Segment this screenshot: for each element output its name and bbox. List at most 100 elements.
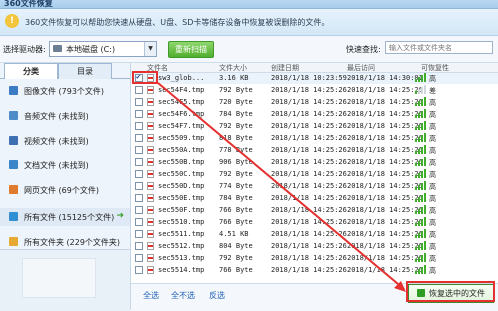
sidebar-item[interactable]: 网页文件 (69个文件) [0, 181, 130, 199]
file-name: sec54F5.tmp [158, 98, 205, 106]
accessed-date: 2018/1/18 14:25:26 [347, 266, 423, 274]
signal-bars-icon [415, 85, 427, 94]
preview-thumbnail [22, 258, 96, 298]
sidebar-item-label: 所有文件夹 (229个文件夹) [24, 238, 121, 247]
file-name: sec5511.tmp [158, 230, 205, 238]
row-checkbox[interactable] [135, 254, 143, 262]
accessed-date: 2018/1/18 14:25:26 [347, 206, 423, 214]
sidebar-item-label: 所有文件 (15125个文件) [24, 213, 115, 222]
sidebar-item[interactable]: 图像文件 (793个文件) [0, 82, 130, 100]
file-icon [147, 182, 154, 190]
signal-bars-icon [415, 205, 427, 214]
file-size: 4.51 KB [219, 230, 249, 238]
sidebar-item-label: 视频文件 (未找到) [24, 137, 89, 146]
col-header-created[interactable]: 创建日期 [271, 63, 299, 73]
chevron-down-icon[interactable]: ▼ [144, 42, 156, 56]
row-checkbox[interactable] [135, 230, 143, 238]
file-icon [147, 158, 154, 166]
created-date: 2018/1/18 14:25:26 [271, 194, 347, 202]
table-row[interactable]: sec5512.tmp 804 Byte 2018/1/18 14:25:26 201… [131, 241, 498, 252]
table-row[interactable]: sec5510.tmp 766 Byte 2018/1/18 14:25:26 201… [131, 217, 498, 228]
file-icon [147, 254, 154, 262]
image-icon [9, 86, 18, 95]
accessed-date: 2018/1/18 14:25:26 [347, 230, 423, 238]
annotation-box-checkbox [132, 71, 158, 84]
file-icon [147, 230, 154, 238]
row-checkbox[interactable] [135, 182, 143, 190]
file-size: 766 Byte [219, 218, 253, 226]
sidebar-item[interactable]: 文档文件 (未找到) [0, 156, 130, 174]
row-checkbox[interactable] [135, 146, 143, 154]
row-checkbox[interactable] [135, 206, 143, 214]
select-none-link[interactable]: 全不选 [171, 290, 195, 301]
table-row[interactable]: sec54F4.tmp 792 Byte 2018/1/18 14:25:26 201… [131, 85, 498, 96]
table-row[interactable]: sec54F6.tmp 784 Byte 2018/1/18 14:25:26 201… [131, 109, 498, 120]
row-checkbox[interactable] [135, 122, 143, 130]
file-icon [147, 86, 154, 94]
table-row[interactable]: sec550D.tmp 774 Byte 2018/1/18 14:25:26 201… [131, 181, 498, 192]
table-row[interactable]: sec550C.tmp 792 Byte 2018/1/18 14:25:26 201… [131, 169, 498, 180]
table-row[interactable]: sec550E.tmp 784 Byte 2018/1/18 14:25:26 201… [131, 193, 498, 204]
table-row[interactable]: sec54F5.tmp 720 Byte 2018/1/18 14:25:26 201… [131, 97, 498, 108]
toolbar: 选择驱动器: 本地磁盘 (C:) ▼ 重新扫描 快速查找: [0, 36, 498, 63]
drive-select[interactable]: 本地磁盘 (C:) ▼ [49, 41, 157, 57]
file-icon [147, 266, 154, 274]
col-header-recoverability[interactable]: 可恢复性 [421, 63, 449, 73]
row-checkbox[interactable] [135, 194, 143, 202]
recoverability-status: 高 [429, 243, 436, 251]
col-header-size[interactable]: 文件大小 [219, 63, 247, 73]
table-row[interactable]: sec5509.tmp 818 Byte 2018/1/18 14:25:26 201… [131, 133, 498, 144]
row-checkbox[interactable] [135, 86, 143, 94]
table-row[interactable]: sec550A.tmp 778 Byte 2018/1/18 14:25:26 201… [131, 145, 498, 156]
sidebar-item-label: 音频文件 (未找到) [24, 112, 89, 121]
tab-directory[interactable]: 目录 [58, 63, 112, 79]
search-label: 快速查找: [346, 45, 381, 54]
accessed-date: 2018/1/18 14:25:26 [347, 134, 423, 142]
col-header-accessed[interactable]: 最后访问 [347, 63, 375, 73]
file-name: sec550B.tmp [158, 158, 205, 166]
all-files-icon [9, 212, 18, 221]
recoverability-status: 高 [429, 219, 436, 227]
table-row[interactable]: sec5513.tmp 792 Byte 2018/1/18 14:25:26 201… [131, 253, 498, 264]
row-checkbox[interactable] [135, 266, 143, 274]
file-name: sec5509.tmp [158, 134, 205, 142]
sidebar-item[interactable]: 所有文件 (15125个文件) ➜ [0, 208, 130, 226]
table-row[interactable]: sec5511.tmp 4.51 KB 2018/1/18 14:25:26 2018… [131, 229, 498, 240]
row-checkbox[interactable] [135, 218, 143, 226]
signal-bars-icon [415, 145, 427, 154]
file-icon [147, 98, 154, 106]
signal-bars-icon [415, 169, 427, 178]
created-date: 2018/1/18 14:25:26 [271, 182, 347, 190]
sidebar-item[interactable]: 视频文件 (未找到) [0, 132, 130, 150]
created-date: 2018/1/18 14:25:26 [271, 170, 347, 178]
file-name: sec5512.tmp [158, 242, 205, 250]
file-name: sec54F4.tmp [158, 86, 205, 94]
recoverability-status: 高 [429, 183, 436, 191]
row-checkbox[interactable] [135, 158, 143, 166]
created-date: 2018/1/18 14:25:26 [271, 146, 347, 154]
created-date: 2018/1/18 14:25:26 [271, 230, 347, 238]
row-checkbox[interactable] [135, 134, 143, 142]
created-date: 2018/1/18 14:25:26 [271, 86, 347, 94]
sidebar-item[interactable]: 音频文件 (未找到) [0, 107, 130, 125]
drive-value: 本地磁盘 (C:) [66, 45, 116, 54]
file-name: sec550D.tmp [158, 182, 205, 190]
search-input[interactable] [385, 41, 493, 54]
table-row[interactable]: sec54F7.tmp 792 Byte 2018/1/18 14:25:26 201… [131, 121, 498, 132]
row-checkbox[interactable] [135, 242, 143, 250]
recoverability-status: 高 [429, 255, 436, 263]
table-row[interactable]: sw3_glob... 3.16 KB 2018/1/18 10:23:592018… [131, 72, 498, 84]
table-row[interactable]: sec550F.tmp 766 Byte 2018/1/18 14:25:26 201… [131, 205, 498, 216]
row-checkbox[interactable] [135, 170, 143, 178]
table-row[interactable]: sec5514.tmp 766 Byte 2018/1/18 14:25:26 201… [131, 265, 498, 276]
invert-selection-link[interactable]: 反选 [209, 290, 225, 301]
select-all-link[interactable]: 全选 [143, 290, 159, 301]
file-name: sec550E.tmp [158, 194, 205, 202]
tab-category[interactable]: 分类 [4, 63, 58, 79]
row-checkbox[interactable] [135, 98, 143, 106]
annotation-box-recover [406, 281, 495, 302]
row-checkbox[interactable] [135, 110, 143, 118]
rescan-button[interactable]: 重新扫描 [168, 41, 214, 58]
table-row[interactable]: sec550B.tmp 906 Byte 2018/1/18 14:25:26 201… [131, 157, 498, 168]
sidebar-tabs: 分类 目录 [0, 63, 130, 79]
